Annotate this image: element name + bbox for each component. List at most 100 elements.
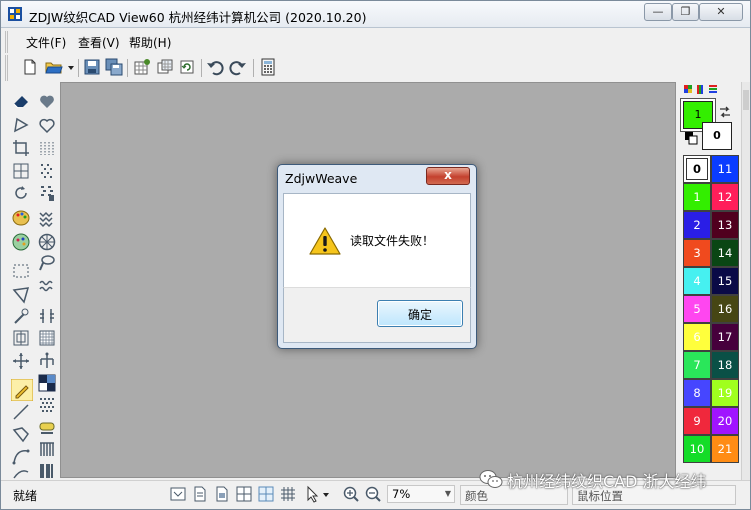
open-folder-icon[interactable] <box>45 58 63 76</box>
pencil-tool-icon[interactable] <box>11 379 33 401</box>
dot-grid-tool-icon[interactable] <box>37 138 57 158</box>
zoom-level-select[interactable]: 7% ▼ <box>387 485 455 503</box>
minimize-button[interactable]: — <box>644 3 672 21</box>
polygon-tool-icon[interactable] <box>11 424 31 444</box>
palette-swatch-6[interactable]: 6 <box>683 323 711 351</box>
menu-help[interactable]: 帮助(H) <box>129 34 171 51</box>
palette-swatch-0[interactable]: 0 <box>683 155 711 183</box>
heart-outline-tool-icon[interactable] <box>37 115 57 135</box>
page-view-icon[interactable] <box>191 485 209 503</box>
menu-file[interactable]: 文件(F) <box>26 34 66 51</box>
quad-grid-icon[interactable] <box>235 485 253 503</box>
close-button[interactable]: ✕ <box>699 3 743 21</box>
fill-region-tool-icon[interactable] <box>11 328 31 348</box>
checker-fill-tool-icon[interactable] <box>37 395 57 415</box>
palette-swatch-14[interactable]: 14 <box>711 239 739 267</box>
palette-swatch-9[interactable]: 9 <box>683 407 711 435</box>
palette-swatch-19[interactable]: 19 <box>711 379 739 407</box>
fine-grid-icon[interactable] <box>279 485 297 503</box>
bar-columns-tool-icon[interactable] <box>37 461 57 481</box>
color-palette-tool-icon[interactable] <box>11 208 31 228</box>
save-all-icon[interactable] <box>105 58 123 76</box>
heart-fill-tool-icon[interactable] <box>37 91 57 111</box>
wave-line-tool-icon[interactable] <box>37 276 57 296</box>
toolbar-separator <box>253 59 254 77</box>
spline-tool-icon[interactable] <box>11 467 31 479</box>
grid-circle-tool-icon[interactable] <box>37 232 57 252</box>
palette-swatch-4[interactable]: 4 <box>683 267 711 295</box>
color-grid-tool-icon[interactable] <box>37 373 57 393</box>
rect-select-tool-icon[interactable] <box>11 261 31 281</box>
brush-tool-icon[interactable] <box>37 253 57 273</box>
swap-colors-icon[interactable] <box>717 104 733 120</box>
palette-swatch-3[interactable]: 3 <box>683 239 711 267</box>
magic-wand-tool-icon[interactable] <box>11 306 31 326</box>
default-colors-icon[interactable] <box>684 131 698 145</box>
vertical-scrollbar[interactable] <box>741 82 750 480</box>
pointer-tool-icon[interactable] <box>303 485 321 503</box>
toolbar-separator <box>201 59 202 77</box>
minimize-icon: — <box>652 5 664 18</box>
zoom-level-value: 7% <box>392 487 411 501</box>
current-background-color[interactable]: 0 <box>702 122 732 150</box>
palette-swatch-1[interactable]: 1 <box>683 183 711 211</box>
maximize-button[interactable]: ❐ <box>672 3 699 21</box>
weave-pattern-tool-icon[interactable] <box>37 208 57 228</box>
tree-split-tool-icon[interactable] <box>37 351 57 371</box>
palette-swatch-16[interactable]: 16 <box>711 295 739 323</box>
grid-lines-icon[interactable] <box>257 485 275 503</box>
new-file-icon[interactable] <box>21 58 39 76</box>
palette-swatch-13[interactable]: 13 <box>711 211 739 239</box>
palette-tab-icons[interactable] <box>683 83 719 97</box>
fill-shape-tool-icon[interactable] <box>11 115 31 135</box>
toolbar-separator <box>78 59 79 77</box>
dropdown-arrow-icon[interactable] <box>66 58 76 76</box>
move-tool-icon[interactable] <box>11 351 31 371</box>
palette-swatch-21[interactable]: 21 <box>711 435 739 463</box>
palette-swatch-2[interactable]: 2 <box>683 211 711 239</box>
menu-view[interactable]: 查看(V) <box>78 34 120 51</box>
palette-swatch-20[interactable]: 20 <box>711 407 739 435</box>
curve-tool-icon[interactable] <box>11 446 31 466</box>
comb-tool-icon[interactable] <box>37 439 57 459</box>
palette-swatch-7[interactable]: 7 <box>683 351 711 379</box>
close-icon: x <box>444 168 452 182</box>
palette-swatch-8[interactable]: 8 <box>683 379 711 407</box>
pattern-fill-tool-icon[interactable] <box>37 183 57 203</box>
grid-settings-icon[interactable] <box>133 58 151 76</box>
dense-grid-tool-icon[interactable] <box>37 328 57 348</box>
document-view-icon[interactable] <box>213 485 231 503</box>
zoom-in-icon[interactable] <box>342 485 360 503</box>
lasso-tool-icon[interactable] <box>11 285 31 305</box>
scatter-tool-icon[interactable] <box>37 161 57 181</box>
window-title: ZDJW纹织CAD View60 杭州经纬计算机公司 (2020.10.20) <box>29 10 367 25</box>
palette-swatch-18[interactable]: 18 <box>711 351 739 379</box>
refresh-icon[interactable] <box>178 58 196 76</box>
save-icon[interactable] <box>83 58 101 76</box>
eraser-tool-icon[interactable] <box>11 91 31 111</box>
pointer-dropdown-icon[interactable] <box>321 485 331 503</box>
calculator-icon[interactable] <box>259 58 277 76</box>
stamp-tool-icon[interactable] <box>37 417 57 437</box>
color-palette-panel: 1 0 0 11 1 12 2 13 3 14 4 15 5 16 6 17 7 18 8 19 9 20 10 21 <box>679 82 739 481</box>
ok-button[interactable]: 确定 <box>377 300 463 327</box>
crop-tool-icon[interactable] <box>11 138 31 158</box>
undo-icon[interactable] <box>206 58 224 76</box>
palette-swatch-15[interactable]: 15 <box>711 267 739 295</box>
palette-swatch-10[interactable]: 10 <box>683 435 711 463</box>
transform-grid-tool-icon[interactable] <box>11 161 31 181</box>
palette-swatch-5[interactable]: 5 <box>683 295 711 323</box>
redo-icon[interactable] <box>229 58 247 76</box>
palette-swatch-17[interactable]: 17 <box>711 323 739 351</box>
fit-view-icon[interactable] <box>169 485 187 503</box>
palette-swatch-11[interactable]: 11 <box>711 155 739 183</box>
dialog-close-button[interactable]: x <box>426 167 470 185</box>
rotate-tool-icon[interactable] <box>11 183 31 203</box>
palette-swatch-12[interactable]: 12 <box>711 183 739 211</box>
copy-grid-icon[interactable] <box>156 58 174 76</box>
zoom-out-icon[interactable] <box>364 485 382 503</box>
scrollbar-thumb[interactable] <box>743 90 749 110</box>
line-tool-icon[interactable] <box>11 402 31 422</box>
column-split-tool-icon[interactable] <box>37 306 57 326</box>
color-wheel-tool-icon[interactable] <box>11 232 31 252</box>
